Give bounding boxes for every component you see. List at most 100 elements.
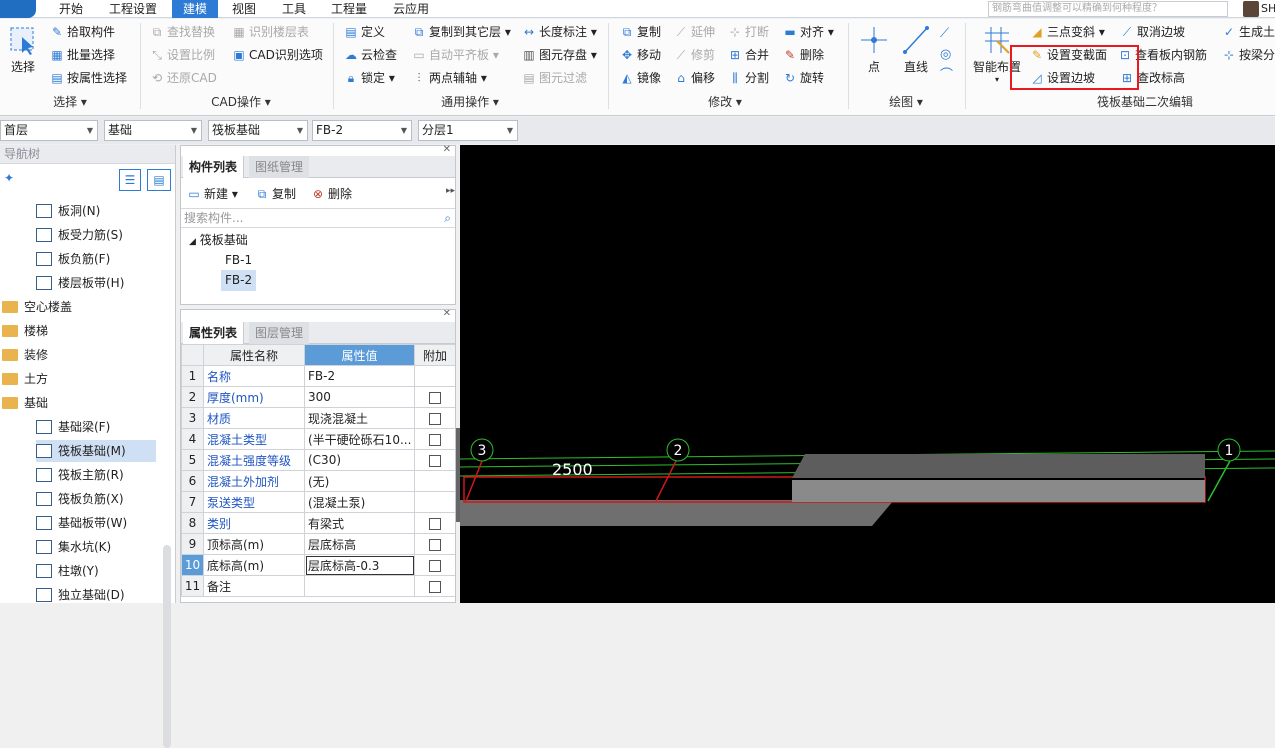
move-button[interactable]: ✥ 移动 xyxy=(620,45,661,65)
property-row[interactable]: 3 材质 现浇混凝土 xyxy=(181,407,455,429)
nav-item[interactable]: 筏板主筋(R) xyxy=(36,464,160,486)
expand-toolbar-icon[interactable]: ▸▸ xyxy=(446,186,455,196)
drawing-canvas[interactable]: 3 2 1 2500 xyxy=(459,145,1275,603)
nav-item[interactable]: 楼梯 xyxy=(2,320,160,342)
rotate-button[interactable]: ↻ 旋转 xyxy=(783,68,824,88)
menu-tools[interactable]: 工具 xyxy=(276,0,312,18)
property-value[interactable]: (无) xyxy=(304,470,415,492)
menu-start[interactable]: 开始 xyxy=(52,0,90,18)
element-save-button[interactable]: ▥ 图元存盘 ▾ xyxy=(522,45,597,65)
tab-drawing-management[interactable]: 图纸管理 xyxy=(249,156,310,178)
copy-to-other-floor-button[interactable]: ⧉ 复制到其它层 ▾ xyxy=(412,22,511,42)
menu-project-settings[interactable]: 工程设置 xyxy=(104,0,162,18)
extend-button[interactable]: ⟋ 延伸 xyxy=(674,22,715,42)
find-replace-button[interactable]: ⧉ 查找替换 xyxy=(150,22,215,42)
avatar[interactable] xyxy=(1243,1,1259,17)
split-button[interactable]: ⫼ 分割 xyxy=(728,68,769,88)
property-value[interactable]: 层底标高 xyxy=(304,533,415,555)
set-scale-button[interactable]: ⤡ 设置比例 xyxy=(150,45,215,65)
property-value[interactable]: 有梁式 xyxy=(304,512,415,534)
extra-checkbox[interactable] xyxy=(429,538,441,551)
nav-item[interactable]: 柱墩(Y) xyxy=(36,560,160,582)
by-beam-split-button[interactable]: ⊹ 按梁分 xyxy=(1222,45,1275,65)
property-row[interactable]: 1 名称 FB-2 xyxy=(181,365,455,387)
component-type-select[interactable]: 筏板基础 ▼ xyxy=(208,120,308,141)
menu-modeling[interactable]: 建模 xyxy=(172,0,218,18)
property-value[interactable]: 300 xyxy=(304,386,415,408)
nav-item[interactable]: 土方 xyxy=(2,368,160,390)
lock-button[interactable]: 🔒︎ 锁定 ▾ xyxy=(344,68,395,88)
property-value[interactable]: (混凝土泵) xyxy=(304,491,415,513)
nav-item[interactable]: 基础梁(F) xyxy=(36,416,160,438)
nav-item[interactable]: 装修 xyxy=(2,344,160,366)
close-icon[interactable]: ✕ xyxy=(443,310,451,319)
nav-item[interactable]: 基础 xyxy=(2,392,160,414)
nav-item[interactable]: 空心楼盖 xyxy=(2,296,160,318)
mirror-button[interactable]: ◭ 镜像 xyxy=(620,68,661,88)
property-value[interactable]: (半干硬砼砾石10... xyxy=(304,428,415,450)
property-row[interactable]: 11 备注 xyxy=(181,575,455,597)
nav-item[interactable]: 板负筋(F) xyxy=(36,248,160,270)
cad-options-button[interactable]: ▣ CAD识别选项 xyxy=(232,45,323,65)
category-select[interactable]: 基础 ▼ xyxy=(104,120,202,141)
tab-property-list[interactable]: 属性列表 xyxy=(183,322,245,344)
element-filter-button[interactable]: ▤ 图元过滤 xyxy=(522,68,587,88)
nav-scrollbar[interactable] xyxy=(163,545,171,748)
tab-layer-management[interactable]: 图层管理 xyxy=(249,322,310,344)
nav-item[interactable]: 集水坑(K) xyxy=(36,536,160,558)
tab-component-list[interactable]: 构件列表 xyxy=(183,156,245,178)
generate-soil-button[interactable]: ✓ 生成土 xyxy=(1222,22,1275,42)
component-tree-root[interactable]: ◢ 筏板基础 xyxy=(189,231,248,248)
draw-point-button[interactable]: 点 xyxy=(858,25,890,75)
nav-item[interactable]: 板洞(N) xyxy=(36,200,160,222)
two-point-axis-button[interactable]: ⫶ 两点辅轴 ▾ xyxy=(412,68,486,88)
help-search-input[interactable]: 钢筋弯曲值调整可以精确到何种程度？ xyxy=(988,1,1228,17)
layer-select[interactable]: 分层1 ▼ xyxy=(418,120,518,141)
floor-select[interactable]: 首层 ▼ xyxy=(0,120,98,141)
pick-component-button[interactable]: ✎ 拾取构件 xyxy=(50,22,115,42)
copy-component-button[interactable]: ⧉ 复制 xyxy=(255,184,296,204)
property-row[interactable]: 2 厚度(mm) 300 xyxy=(181,386,455,408)
menu-quantity[interactable]: 工程量 xyxy=(324,0,374,18)
nav-item[interactable]: 筏板基础(M) xyxy=(36,440,156,462)
detail-view-icon[interactable]: ▤ xyxy=(147,169,171,191)
extra-checkbox[interactable] xyxy=(429,454,441,467)
cloud-check-button[interactable]: ☁ 云检查 xyxy=(344,45,397,65)
nav-item[interactable]: 楼层板带(H) xyxy=(36,272,160,294)
copy-button[interactable]: ⧉ 复制 xyxy=(620,22,661,42)
nav-item[interactable]: 筏板负筋(X) xyxy=(36,488,160,510)
property-row[interactable]: 9 顶标高(m) 层底标高 xyxy=(181,533,455,555)
batch-select-button[interactable]: ▦ 批量选择 xyxy=(50,45,115,65)
trim-button[interactable]: ⟋ 修剪 xyxy=(674,45,715,65)
align-button[interactable]: ▬ 对齐 ▾ xyxy=(783,22,834,42)
close-icon[interactable]: ✕ xyxy=(443,144,451,155)
list-view-icon[interactable]: ☰ xyxy=(119,169,141,191)
draw-line-button[interactable]: 直线 xyxy=(899,25,933,75)
property-value[interactable]: (C30) xyxy=(304,449,415,471)
property-row[interactable]: 4 混凝土类型 (半干硬砼砾石10... xyxy=(181,428,455,450)
merge-button[interactable]: ⊞ 合并 xyxy=(728,45,769,65)
property-row[interactable]: 10 底标高(m) 层底标高-0.3 xyxy=(181,554,455,576)
property-row[interactable]: 8 类别 有梁式 xyxy=(181,512,455,534)
select-button[interactable]: 选择 xyxy=(6,25,40,75)
property-value[interactable] xyxy=(304,575,415,597)
component-select[interactable]: FB-2 ▼ xyxy=(312,120,412,141)
extra-checkbox[interactable] xyxy=(429,391,441,404)
length-dimension-button[interactable]: ↔ 长度标注 ▾ xyxy=(522,22,597,42)
identify-floor-table-button[interactable]: ▦ 识别楼层表 xyxy=(232,22,309,42)
extra-checkbox[interactable] xyxy=(429,412,441,425)
component-item-selected[interactable]: FB-2 xyxy=(221,270,257,291)
restore-cad-button[interactable]: ⟲ 还原CAD xyxy=(150,68,217,88)
nav-item[interactable]: 基础板带(W) xyxy=(36,512,160,534)
search-icon[interactable]: ⌕ xyxy=(444,209,451,227)
app-logo-icon[interactable] xyxy=(0,0,36,18)
component-search-input[interactable]: 搜索构件... ⌕ xyxy=(181,208,455,228)
offset-button[interactable]: ⌂ 偏移 xyxy=(674,68,715,88)
define-button[interactable]: ▤ 定义 xyxy=(344,22,385,42)
property-value[interactable]: FB-2 xyxy=(304,365,415,387)
arc-tools-icon[interactable]: ⟋ ◎ ⌒ xyxy=(940,23,953,86)
auto-align-slab-button[interactable]: ▭ 自动平齐板 ▾ xyxy=(412,45,499,65)
property-value[interactable]: 层底标高-0.3 xyxy=(304,554,415,576)
component-item[interactable]: FB-1 xyxy=(221,250,256,270)
delete-component-button[interactable]: ⊗ 删除 xyxy=(311,184,352,204)
